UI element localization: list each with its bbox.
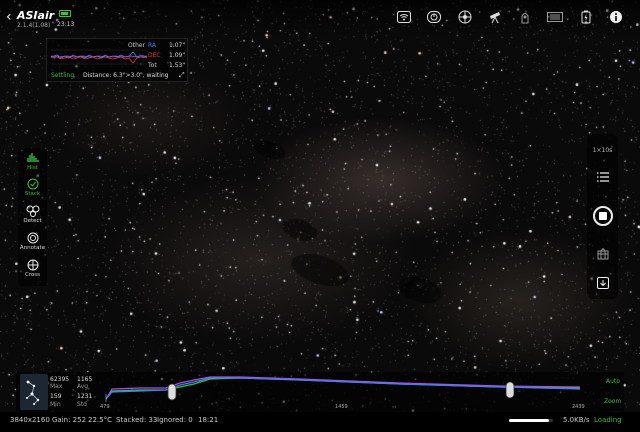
status-stacked: Stacked: 33 bbox=[116, 416, 158, 424]
status-ignored: Ignored: 0 bbox=[157, 416, 193, 424]
constellation-icon[interactable] bbox=[20, 374, 48, 410]
tool-detect[interactable]: Detect bbox=[18, 205, 47, 224]
info-icon[interactable] bbox=[608, 9, 624, 25]
grid-icon[interactable] bbox=[587, 247, 618, 261]
hist-std-value: 1231 bbox=[77, 393, 93, 400]
battery-icon bbox=[59, 10, 71, 17]
hist-max-value: 62395 bbox=[50, 376, 70, 383]
guide-other-value: 1.07" bbox=[169, 42, 186, 49]
status-elapsed: 18:21 bbox=[198, 416, 219, 424]
guide-tot-label: Tot bbox=[148, 62, 157, 69]
hist-avg-label: Avg bbox=[77, 383, 89, 390]
status-resolution: 3840x2160 bbox=[10, 416, 50, 424]
hist-min-label: Min bbox=[50, 401, 61, 408]
exposure-setting[interactable]: 1×10s bbox=[587, 143, 618, 157]
tool-cross-label: Cross bbox=[24, 272, 41, 278]
telescope-icon[interactable] bbox=[487, 9, 503, 25]
app-version: 2.1.4(1.08) bbox=[17, 22, 51, 29]
guide-graph-panel[interactable]: Other RA DEC Tot 1.07" 1.09" 1.53" Settl… bbox=[46, 38, 188, 82]
left-tool-panel: Hist Stack Detect Annotate Cross bbox=[18, 148, 47, 286]
status-gain: Gain: 252 bbox=[52, 416, 87, 424]
status-temperature: 22.5°C bbox=[88, 416, 112, 424]
list-icon[interactable] bbox=[587, 170, 618, 184]
power-icon[interactable] bbox=[426, 9, 442, 25]
annotate-icon bbox=[18, 232, 47, 244]
tool-hist-label: Hist bbox=[27, 165, 38, 171]
tool-annotate-label: Annotate bbox=[19, 245, 46, 251]
guide-ra-label: RA bbox=[148, 42, 157, 49]
top-bar: ‹ ASIair 2.1.4(1.08) 23:13 bbox=[0, 0, 640, 34]
hist-tick-1: 1459 bbox=[335, 404, 348, 410]
crosshair-icon bbox=[18, 259, 47, 271]
app-logo: ASIair bbox=[17, 9, 55, 22]
right-tool-panel: 1×10s bbox=[587, 134, 618, 299]
hist-tick-0: 479 bbox=[100, 404, 110, 410]
guide-distance: Distance: 6.3">3.0", waiting bbox=[83, 72, 169, 79]
histogram-curve[interactable] bbox=[100, 372, 600, 412]
hist-min-value: 159 bbox=[50, 393, 62, 400]
zoom-button[interactable]: Zoom bbox=[604, 398, 621, 405]
hist-avg-value: 1165 bbox=[77, 376, 93, 383]
wifi-icon[interactable] bbox=[396, 9, 412, 25]
loading-progress-fill bbox=[509, 419, 549, 422]
battery-device-icon[interactable] bbox=[578, 9, 594, 25]
download-icon[interactable] bbox=[587, 276, 618, 290]
hist-tick-2: 2439 bbox=[572, 404, 585, 410]
status-bar: 3840x2160 Gain: 252 22.5°C Stacked: 33 I… bbox=[0, 412, 640, 432]
hist-max-label: Max bbox=[50, 383, 63, 390]
status-loading: Loading bbox=[594, 416, 622, 424]
stop-shutter-icon[interactable] bbox=[587, 204, 618, 228]
cooling-icon[interactable] bbox=[547, 9, 563, 25]
status-speed: 5.0KB/s bbox=[563, 416, 590, 424]
guide-status: Settling bbox=[51, 72, 75, 79]
guide-dec-value: 1.53" bbox=[169, 62, 186, 69]
histogram-icon bbox=[18, 152, 47, 164]
tool-stack-label: Stack bbox=[24, 191, 41, 197]
histogram-bar: 62395 Max 159 Min 1165 Avg 1231 Std 479 … bbox=[16, 372, 624, 412]
auto-stretch-button[interactable]: Auto bbox=[606, 378, 620, 385]
guide-icon[interactable] bbox=[457, 9, 473, 25]
hist-std-label: Std bbox=[77, 401, 87, 408]
guide-ra-value: 1.09" bbox=[169, 52, 186, 59]
tool-hist[interactable]: Hist bbox=[18, 152, 47, 171]
guide-other-label: Other bbox=[128, 42, 146, 49]
camera-icon[interactable] bbox=[517, 9, 533, 25]
expand-icon[interactable]: ⤢ bbox=[179, 71, 185, 80]
tool-cross[interactable]: Cross bbox=[18, 259, 47, 278]
clock-time: 23:13 bbox=[57, 21, 75, 28]
stack-icon bbox=[18, 178, 47, 190]
tool-annotate[interactable]: Annotate bbox=[18, 232, 47, 251]
tool-stack[interactable]: Stack bbox=[18, 178, 47, 197]
loading-progress-bar bbox=[509, 419, 553, 422]
guide-dec-label: DEC bbox=[148, 52, 161, 59]
back-button[interactable]: ‹ bbox=[6, 9, 12, 25]
black-point-slider[interactable] bbox=[167, 383, 177, 401]
tool-detect-label: Detect bbox=[23, 218, 42, 224]
white-point-slider[interactable] bbox=[505, 381, 515, 399]
detect-icon bbox=[18, 205, 47, 217]
